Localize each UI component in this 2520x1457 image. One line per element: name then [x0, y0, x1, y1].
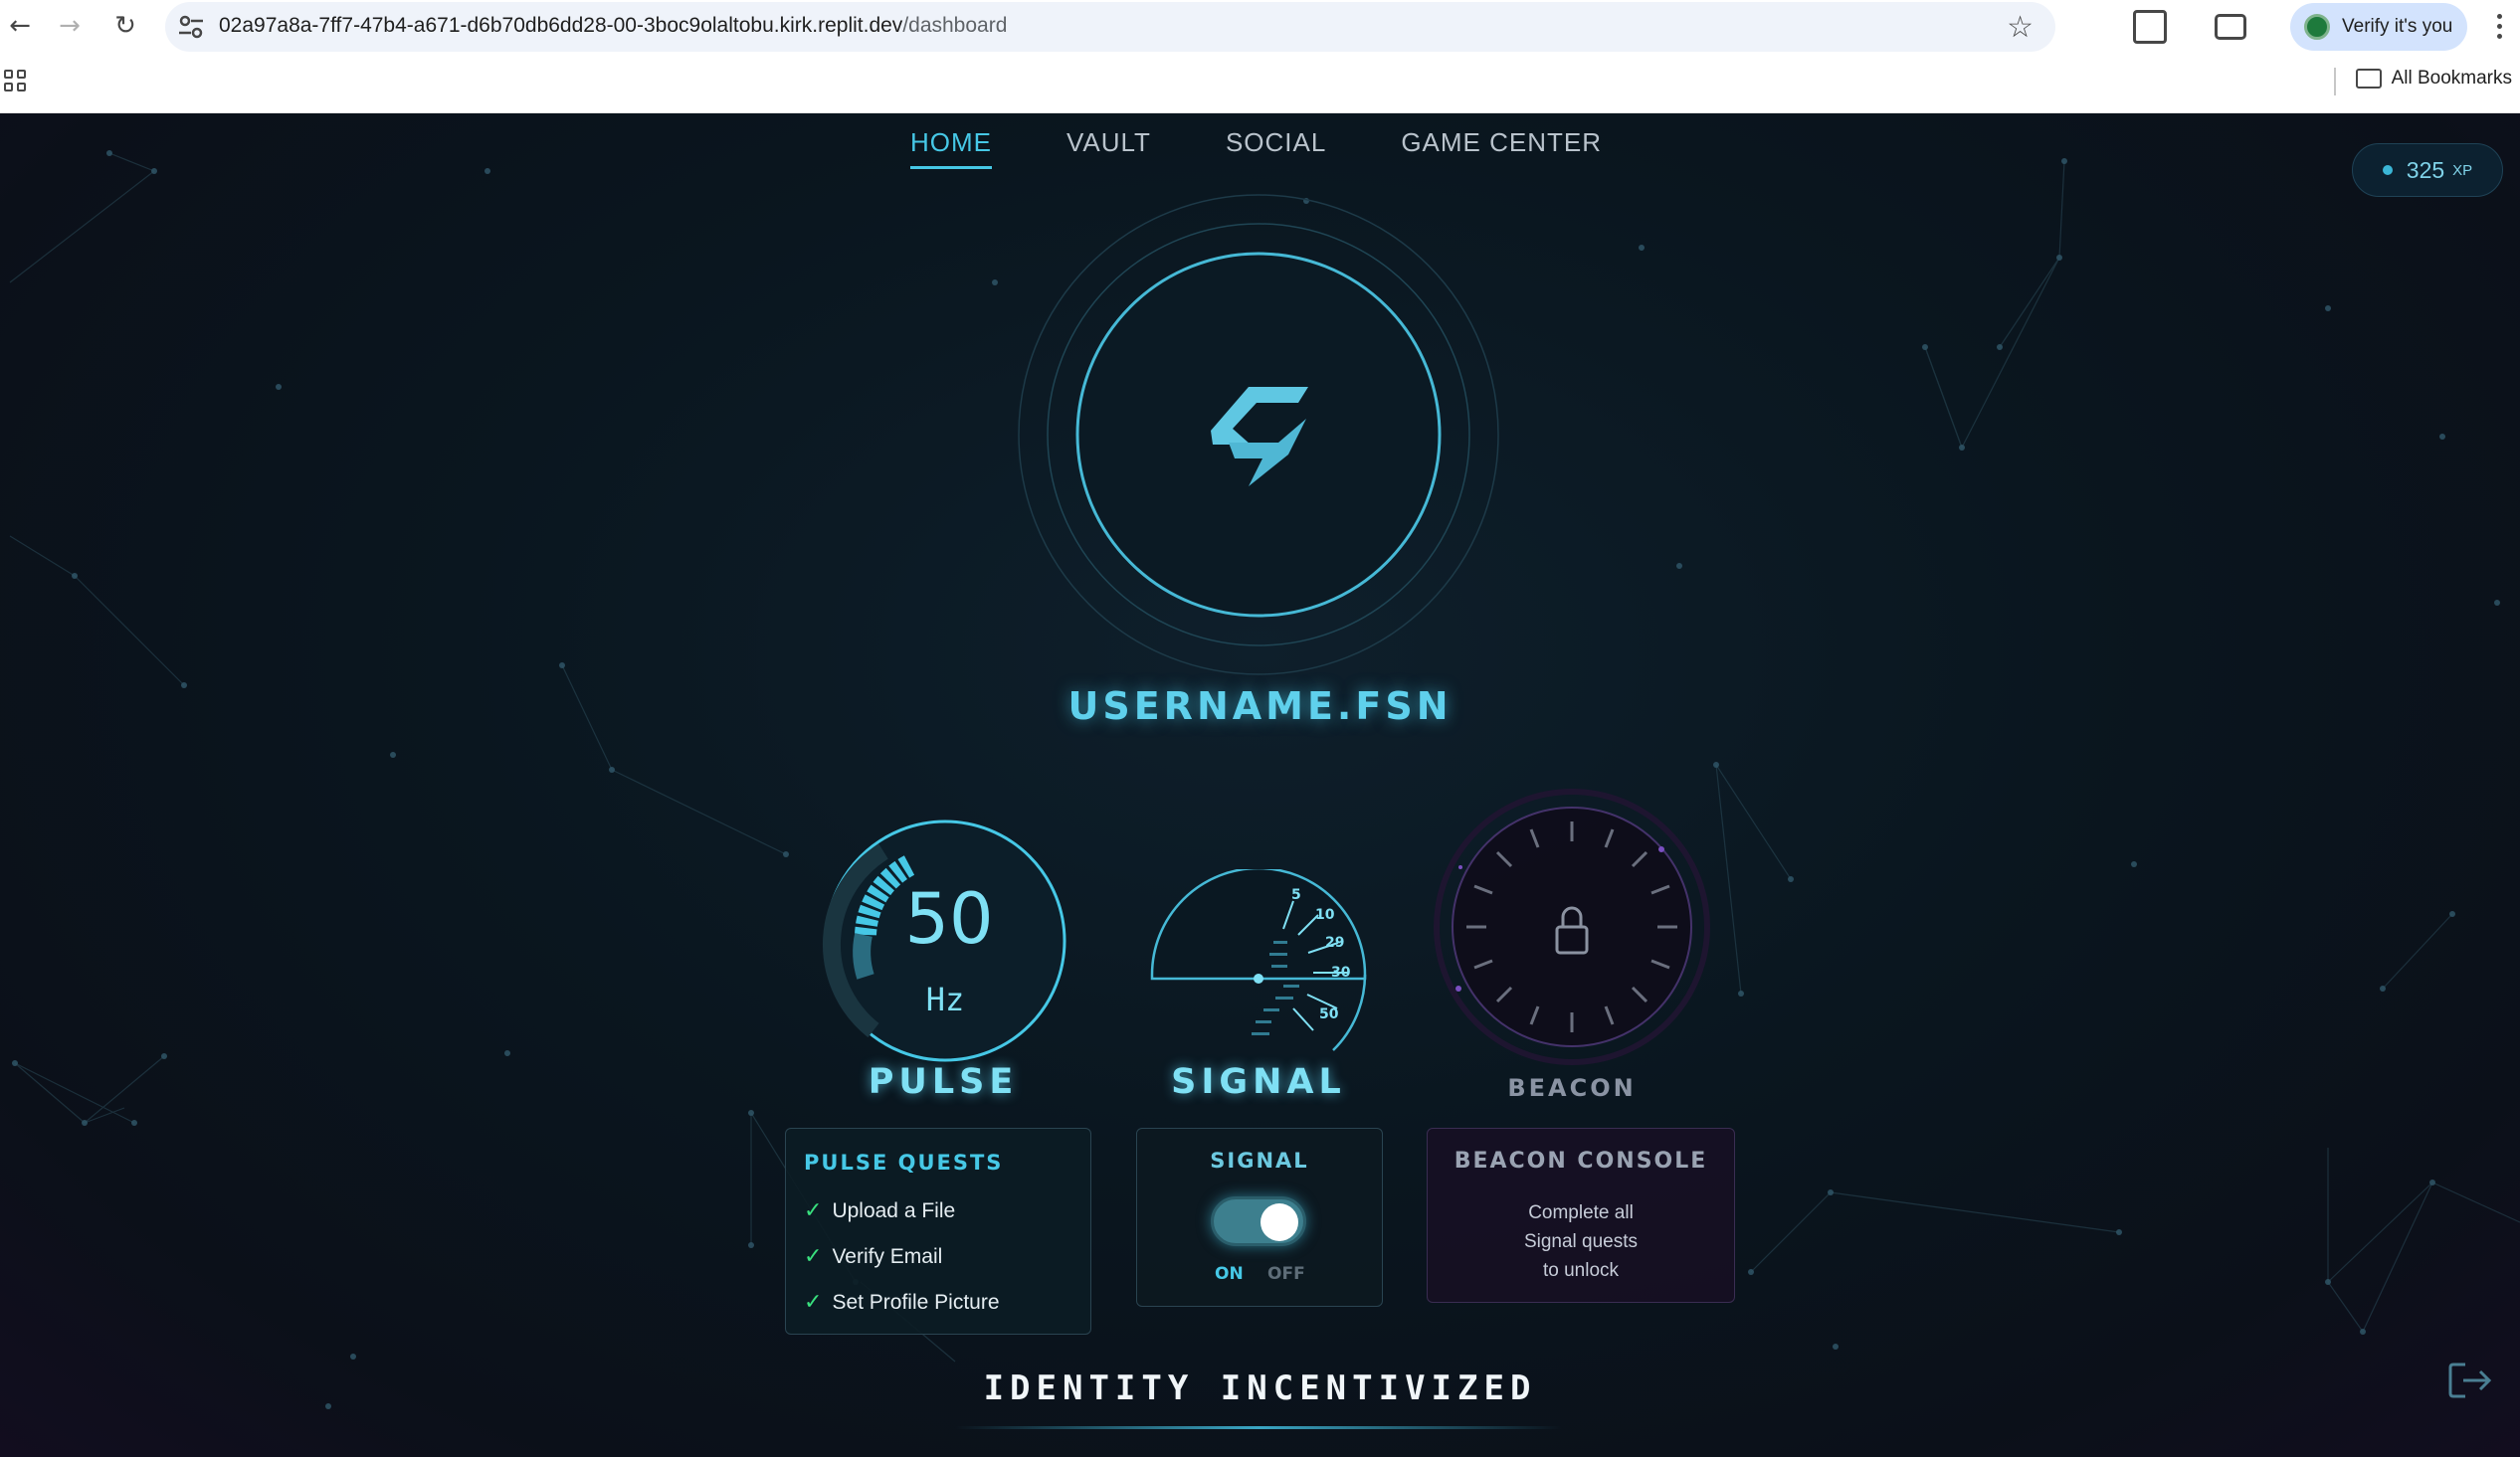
quest-item[interactable]: ✓ Verify Email	[804, 1244, 942, 1269]
xp-value: 325	[2406, 156, 2445, 183]
signal-tick: 29	[1325, 935, 1344, 951]
pulse-unit: Hz	[926, 981, 965, 1018]
xp-unit: XP	[2452, 161, 2473, 179]
beacon-console-panel: BEACON CONSOLE Complete all Signal quest…	[1427, 1128, 1735, 1303]
beacon-gauge	[1434, 789, 1710, 1065]
quest-label: Upload a File	[832, 1198, 956, 1222]
pulse-value: 50	[904, 878, 993, 960]
quest-item[interactable]: ✓ Upload a File	[804, 1198, 955, 1223]
beacon-console-title: BEACON CONSOLE	[1454, 1149, 1708, 1174]
tagline-underline	[955, 1426, 1562, 1429]
quest-label: Verify Email	[832, 1244, 943, 1268]
quest-label: Set Profile Picture	[832, 1290, 1000, 1314]
beacon-console-line: Complete all	[1528, 1202, 1634, 1223]
beacon-console-line: Signal quests	[1523, 1231, 1639, 1252]
url-path: /dashboard	[902, 14, 1008, 37]
extensions-icon[interactable]	[2133, 10, 2167, 44]
check-icon: ✓	[804, 1290, 823, 1315]
url-host: 02a97a8a-7ff7-47b4-a671-d6b70db6dd28-00-…	[219, 14, 903, 37]
nav-vault[interactable]: VAULT	[1066, 127, 1151, 169]
username: USERNAME.FSN	[1067, 684, 1453, 728]
all-bookmarks-button[interactable]: All Bookmarks	[2355, 68, 2512, 90]
signal-panel: SIGNAL ON OFF	[1136, 1128, 1383, 1307]
beacon-console-message: Complete all Signal quests to unlock	[1428, 1198, 1734, 1285]
bookmarks-separator	[2334, 68, 2336, 95]
quest-item[interactable]: ✓ Set Profile Picture	[804, 1290, 1000, 1315]
signal-tick: 10	[1315, 907, 1335, 923]
folder-icon	[2355, 69, 2382, 89]
logout-icon[interactable]	[2447, 1361, 2493, 1400]
xp-indicator	[2382, 165, 2393, 175]
tagline: IDENTITY INCENTIVIZED	[983, 1368, 1537, 1408]
check-icon: ✓	[804, 1198, 823, 1223]
apps-icon[interactable]	[4, 70, 26, 91]
site-settings-icon[interactable]	[177, 14, 205, 40]
signal-toggle[interactable]	[1211, 1196, 1306, 1246]
bookmarks-label: All Bookmarks	[2391, 68, 2512, 89]
check-icon: ✓	[804, 1244, 823, 1269]
pulse-quests-panel: PULSE QUESTS ✓ Upload a File ✓ Verify Em…	[785, 1128, 1091, 1335]
address-bar[interactable]: 02a97a8a-7ff7-47b4-a671-d6b70db6dd28-00-…	[165, 2, 2055, 52]
signal-tick: 30	[1331, 965, 1351, 981]
profile-avatar	[2304, 14, 2330, 40]
signal-gauge[interactable]: 5 10 29 30 50	[1144, 869, 1373, 1068]
star-icon[interactable]: ☆	[2007, 10, 2034, 45]
off-label: OFF	[1267, 1264, 1305, 1284]
signal-tick: 5	[1291, 887, 1301, 903]
signal-label: SIGNAL	[1171, 1062, 1346, 1102]
menu-icon[interactable]	[2497, 14, 2503, 44]
on-label: ON	[1215, 1264, 1244, 1284]
verify-label: Verify it's you	[2342, 16, 2453, 37]
nav-home[interactable]: HOME	[909, 127, 992, 169]
signal-panel-title: SIGNAL	[1210, 1149, 1309, 1173]
back-icon[interactable]: ←	[0, 6, 40, 46]
toggle-knob	[1260, 1203, 1298, 1241]
xp-badge: 325 XP	[2352, 143, 2503, 197]
forward-icon[interactable]: →	[50, 6, 90, 46]
nav-social[interactable]: SOCIAL	[1226, 127, 1326, 169]
avatar[interactable]	[1017, 193, 1500, 676]
tab-search-icon[interactable]	[2215, 14, 2246, 40]
beacon-console-line: to unlock	[1542, 1260, 1620, 1281]
dashboard-page: HOME VAULT SOCIAL GAME CENTER 325 XP USE…	[0, 113, 2520, 1457]
nav-game-center[interactable]: GAME CENTER	[1401, 127, 1602, 169]
reload-icon[interactable]: ↻	[105, 6, 145, 46]
signal-tick: 50	[1319, 1006, 1339, 1022]
url-text: 02a97a8a-7ff7-47b4-a671-d6b70db6dd28-00-…	[219, 14, 1007, 38]
beacon-label: BEACON	[1507, 1074, 1637, 1102]
main-nav: HOME VAULT SOCIAL GAME CENTER	[0, 127, 2516, 169]
pulse-gauge[interactable]: 50 Hz	[822, 818, 1068, 1064]
browser-chrome: ← → ↻ 02a97a8a-7ff7-47b4-a671-d6b70db6dd…	[0, 0, 2520, 113]
pulse-label: PULSE	[868, 1062, 1019, 1102]
pulse-quests-title: PULSE QUESTS	[804, 1151, 1004, 1175]
verify-profile-button[interactable]: Verify it's you	[2290, 3, 2467, 51]
